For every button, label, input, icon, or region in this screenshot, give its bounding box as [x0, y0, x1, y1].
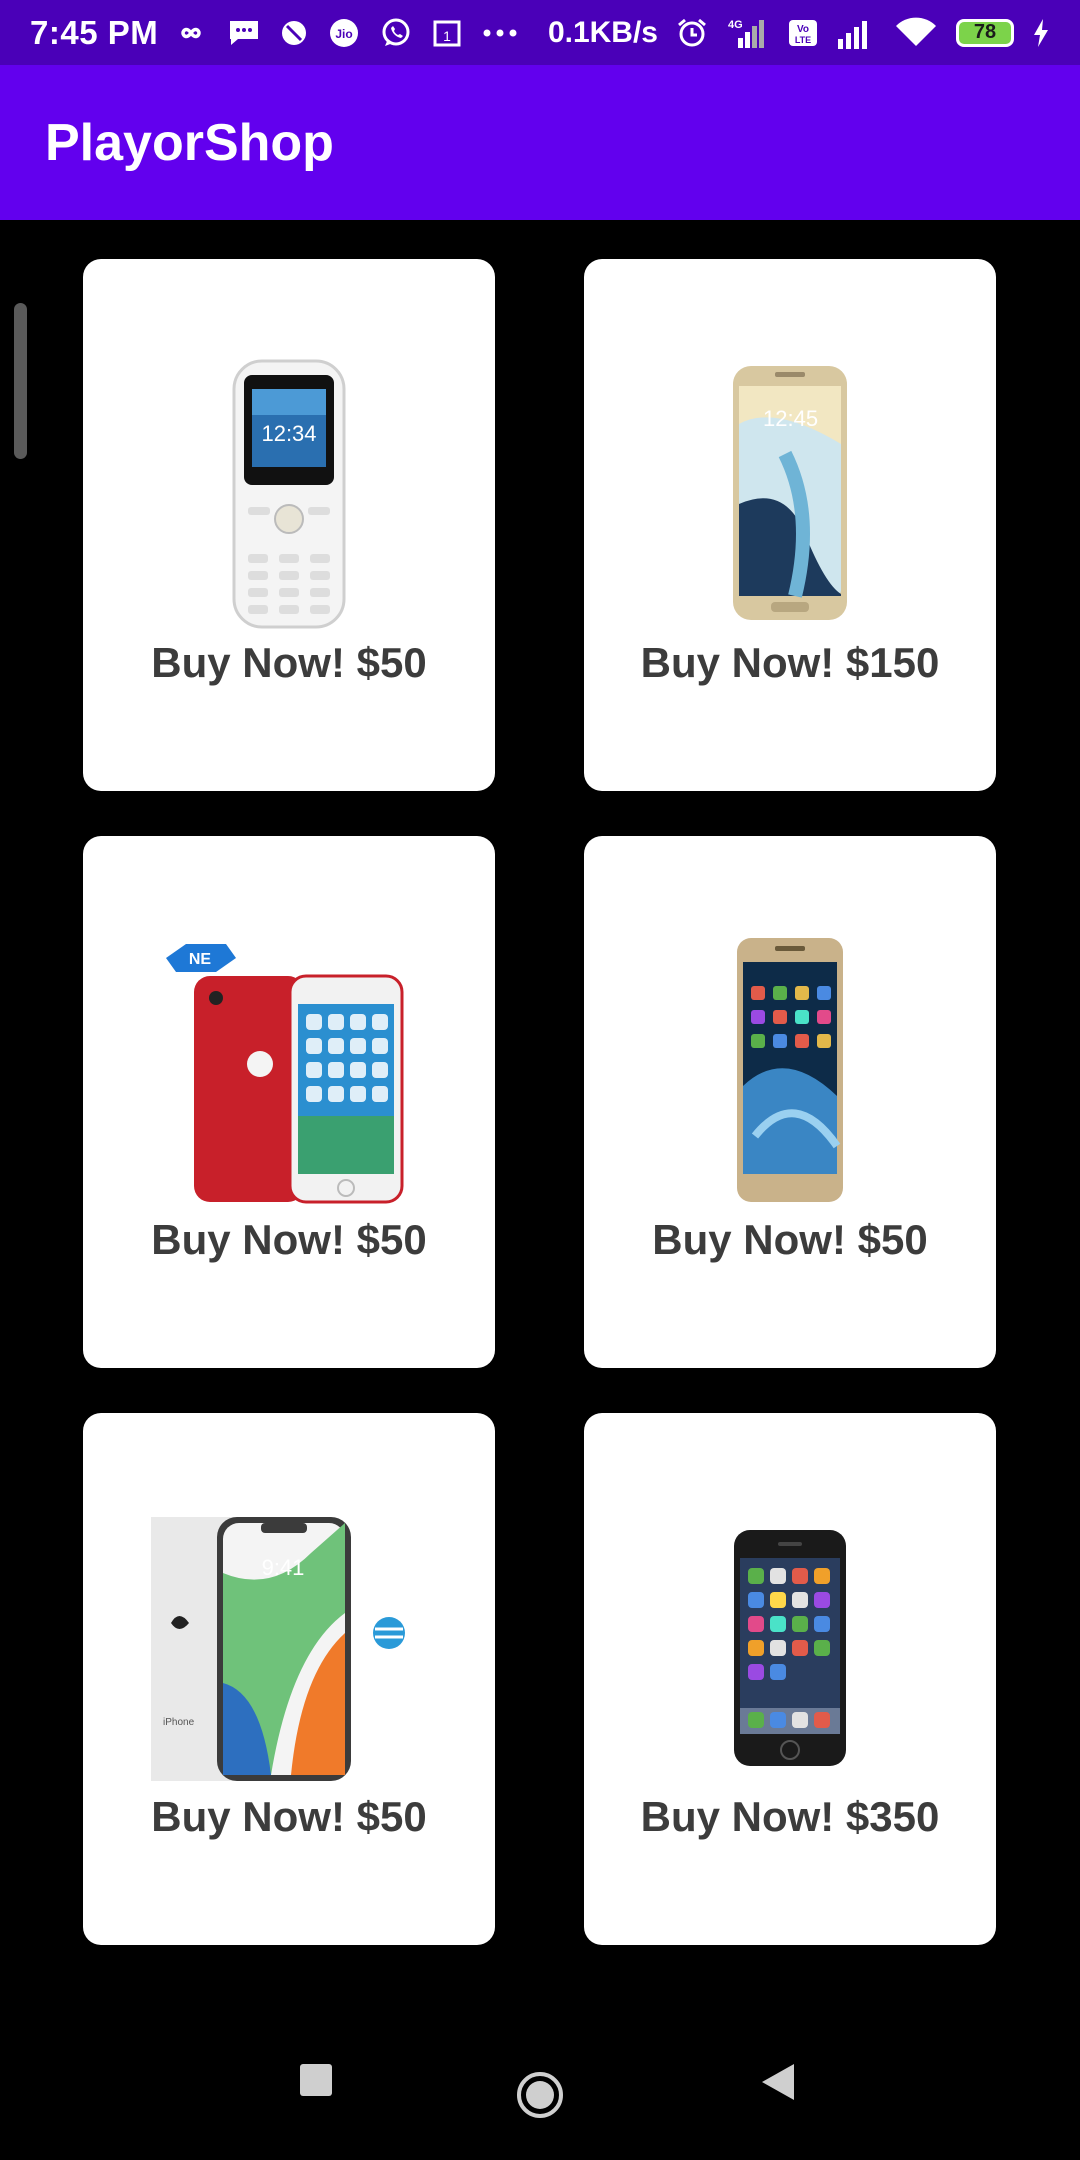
- iphone-6-icon: [650, 1515, 930, 1780]
- svg-text:4G: 4G: [728, 19, 743, 31]
- charging-icon: [1032, 18, 1050, 48]
- message-icon: [228, 19, 260, 47]
- wifi-icon: [894, 16, 938, 50]
- scrollbar-thumb[interactable]: [14, 303, 27, 459]
- volte-icon: Vo LTE: [788, 17, 818, 49]
- product-card[interactable]: iPhone 9:41 Buy Now! $50: [83, 1413, 495, 1945]
- jio-icon: Jio: [328, 17, 360, 49]
- back-triangle-icon: [762, 2064, 794, 2100]
- notification-icons: Jio 1: [174, 17, 518, 49]
- svg-text:NE: NE: [189, 951, 212, 968]
- home-circle-icon: [517, 2072, 563, 2118]
- home-button[interactable]: [515, 2070, 565, 2125]
- product-card[interactable]: NE Buy Now! $50: [83, 836, 495, 1368]
- iphone-x-icon: iPhone 9:41: [151, 1515, 426, 1781]
- svg-text:iPhone: iPhone: [163, 1717, 195, 1728]
- svg-text:LTE: LTE: [795, 35, 811, 45]
- svg-text:9:41: 9:41: [262, 1555, 305, 1580]
- square-icon: [300, 2064, 332, 2096]
- app-title: PlayorShop: [45, 113, 334, 172]
- network-speed: 0.1KB/s: [547, 15, 658, 49]
- svg-text:12:34: 12:34: [261, 421, 316, 446]
- dnd-icon: [280, 19, 308, 47]
- alarm-icon: [676, 17, 708, 49]
- red-iphone-pair-icon: NE: [149, 938, 429, 1203]
- more-icon: [482, 28, 518, 38]
- buy-now-label[interactable]: Buy Now! $50: [584, 1216, 996, 1264]
- buy-now-label[interactable]: Buy Now! $50: [83, 1793, 495, 1841]
- recent-apps-button[interactable]: [298, 2062, 334, 2103]
- svg-text:Vo: Vo: [797, 24, 809, 35]
- product-card[interactable]: Buy Now! $350: [584, 1413, 996, 1945]
- battery-icon: 78: [956, 18, 1014, 47]
- back-button[interactable]: [760, 2062, 796, 2107]
- product-card[interactable]: 12:34 Buy Now! $50: [83, 259, 495, 791]
- whatsapp-icon: [380, 17, 412, 49]
- svg-text:1: 1: [443, 28, 451, 44]
- buy-now-label[interactable]: Buy Now! $50: [83, 1216, 495, 1264]
- calendar-icon: 1: [432, 18, 462, 48]
- svg-text:12:45: 12:45: [763, 406, 818, 431]
- product-card[interactable]: 12:45 Buy Now! $150: [584, 259, 996, 791]
- feature-phone-icon: 12:34: [149, 359, 429, 628]
- app-bar: PlayorShop: [0, 65, 1080, 220]
- product-card[interactable]: Buy Now! $50: [584, 836, 996, 1368]
- infinity-icon: [174, 23, 208, 43]
- status-bar: 7:45 PM Jio 1 0.1KB/s 4G Vo LTE 78: [0, 0, 1080, 65]
- status-time: 7:45 PM: [30, 13, 159, 51]
- gold-android-phone-icon: [650, 937, 930, 1203]
- galaxy-edge-phone-icon: 12:45: [650, 361, 930, 626]
- signal-icon: [836, 17, 876, 49]
- svg-text:Jio: Jio: [336, 27, 353, 41]
- signal-4g-icon: 4G: [726, 16, 770, 50]
- buy-now-label[interactable]: Buy Now! $50: [83, 639, 495, 687]
- buy-now-label[interactable]: Buy Now! $150: [584, 639, 996, 687]
- buy-now-label[interactable]: Buy Now! $350: [584, 1793, 996, 1841]
